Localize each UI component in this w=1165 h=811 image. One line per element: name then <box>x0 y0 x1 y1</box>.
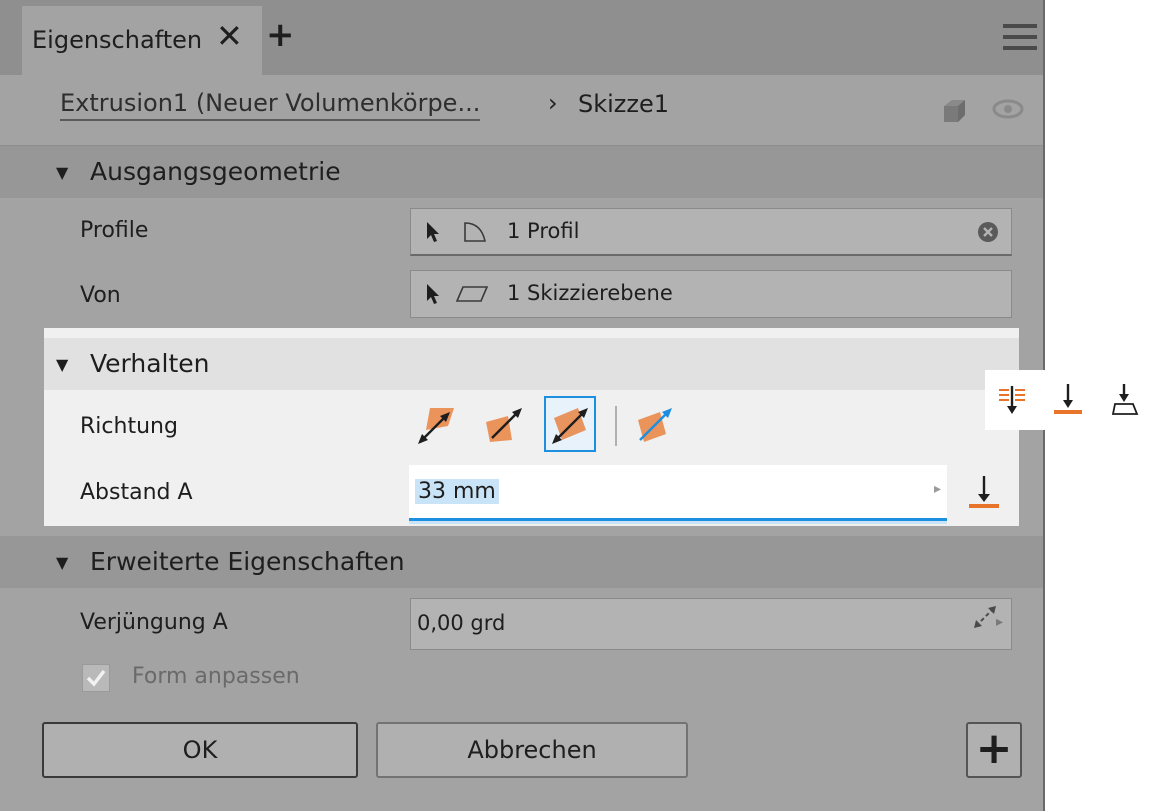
profile-value: 1 Profil <box>507 219 580 243</box>
profile-label: Profile <box>80 218 149 243</box>
collapse-triangle-icon: ▼ <box>56 355 69 374</box>
through-all-icon[interactable] <box>995 384 1029 418</box>
checkmark-icon <box>86 669 106 687</box>
abstand-input[interactable]: 33 mm ▸ <box>409 465 947 521</box>
direction-symmetric-button[interactable] <box>544 396 596 452</box>
breadcrumb-separator-icon: › <box>548 89 558 117</box>
cursor-arrow-icon <box>427 222 439 242</box>
von-value: 1 Skizzierebene <box>507 281 673 305</box>
section-erweiterte-eigenschaften[interactable]: ▼ Erweiterte Eigenschaften <box>0 536 1043 588</box>
distance-mode-icon[interactable] <box>966 472 1002 512</box>
breadcrumb-parent-link[interactable]: Extrusion1 (Neuer Volumenkörpe... <box>60 89 481 121</box>
tab-bar: Eigenschaften ✕ + <box>0 0 1043 75</box>
richtung-label: Richtung <box>80 414 178 439</box>
profile-shape-icon <box>464 222 486 242</box>
to-face-icon[interactable] <box>1107 382 1141 418</box>
properties-panel: Eigenschaften ✕ + Extrusion1 (Neuer Volu… <box>0 0 1045 811</box>
distance-mode-popup <box>985 370 1157 430</box>
verjuengung-label: Verjüngung A <box>80 610 228 635</box>
verjuengung-input[interactable]: 0,00 grd ▸ <box>410 598 1012 650</box>
von-label: Von <box>80 283 121 308</box>
close-icon[interactable]: ✕ <box>216 20 243 52</box>
verjuengung-value: 0,00 grd <box>417 611 506 635</box>
clear-icon[interactable] <box>977 221 999 243</box>
collapse-triangle-icon: ▼ <box>56 163 69 182</box>
form-anpassen-checkbox[interactable] <box>82 664 110 692</box>
plane-icon <box>455 286 489 302</box>
breadcrumb-current: Skizze1 <box>578 90 670 118</box>
cube-icon[interactable] <box>940 97 968 125</box>
cursor-arrow-icon <box>427 284 439 304</box>
von-select-field[interactable]: 1 Skizzierebene <box>410 270 1012 318</box>
abstand-value: 33 mm <box>415 479 499 504</box>
flip-taper-icon[interactable] <box>968 600 1002 634</box>
direction-asymmetric-icon <box>638 408 672 442</box>
section-title: Verhalten <box>90 349 210 378</box>
cancel-button[interactable]: Abbrechen <box>376 722 688 778</box>
section-title: Erweiterte Eigenschaften <box>90 547 405 576</box>
section-verhalten[interactable]: ▼ Verhalten <box>44 338 1019 390</box>
tab-eigenschaften[interactable]: Eigenschaften ✕ <box>22 6 262 75</box>
hamburger-menu-icon[interactable] <box>1003 24 1037 52</box>
direction-symmetric-icon <box>552 408 588 444</box>
direction-asymmetric-button[interactable] <box>628 396 680 452</box>
add-tab-icon[interactable]: + <box>266 18 295 52</box>
tab-label: Eigenschaften <box>32 26 203 54</box>
abstand-label: Abstand A <box>80 480 193 505</box>
input-arrow-icon[interactable]: ▸ <box>934 481 941 497</box>
section-ausgangsgeometrie[interactable]: ▼ Ausgangsgeometrie <box>0 146 1043 198</box>
divider <box>615 406 617 446</box>
form-anpassen-label: Form anpassen <box>132 664 300 689</box>
direction-flipped-button[interactable] <box>478 396 530 452</box>
direction-default-button[interactable] <box>412 396 464 452</box>
add-button[interactable]: + <box>966 722 1022 778</box>
profile-select-field[interactable]: 1 Profil <box>410 208 1012 256</box>
direction-default-icon <box>418 408 454 444</box>
section-title: Ausgangsgeometrie <box>90 157 341 186</box>
distance-icon[interactable] <box>1051 382 1085 418</box>
direction-flipped-icon <box>486 408 522 442</box>
collapse-triangle-icon: ▼ <box>56 553 69 572</box>
breadcrumb: Extrusion1 (Neuer Volumenkörpe... › Skiz… <box>0 75 1043 146</box>
eye-icon[interactable] <box>992 97 1024 121</box>
ok-button[interactable]: OK <box>42 722 358 778</box>
